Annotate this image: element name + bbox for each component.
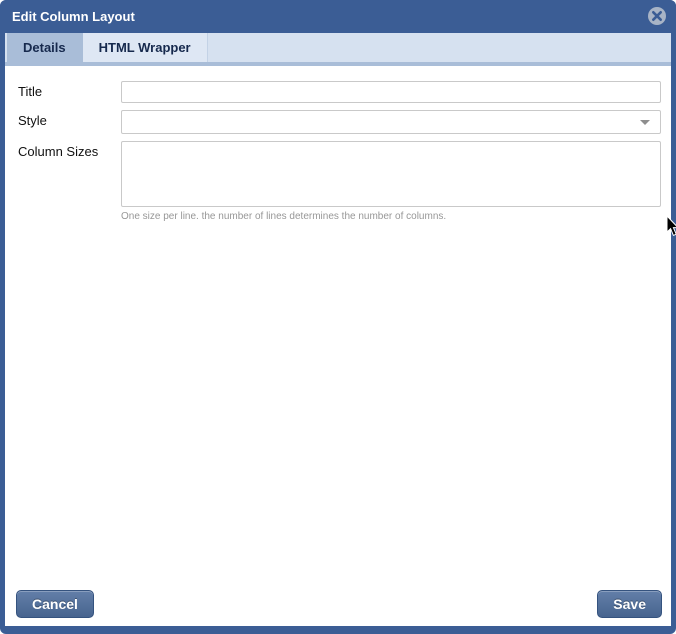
close-icon[interactable] <box>647 6 667 26</box>
style-select[interactable] <box>121 110 661 134</box>
dialog-title: Edit Column Layout <box>12 0 135 33</box>
column-sizes-help: One size per line. the number of lines d… <box>121 211 661 222</box>
cancel-button[interactable]: Cancel <box>16 590 94 618</box>
column-sizes-textarea[interactable] <box>121 141 661 207</box>
chevron-down-icon <box>640 120 650 125</box>
column-sizes-row: Column Sizes One size per line. the numb… <box>5 141 671 222</box>
title-input[interactable] <box>121 81 661 103</box>
edit-column-layout-dialog: Edit Column Layout Details HTML Wrapper … <box>0 0 676 634</box>
details-form: Title Style Column Sizes One <box>5 66 671 626</box>
title-label: Title <box>5 81 121 103</box>
save-button[interactable]: Save <box>597 590 662 618</box>
title-row: Title <box>5 81 671 103</box>
tab-html-wrapper[interactable]: HTML Wrapper <box>83 33 208 62</box>
tab-details[interactable]: Details <box>7 33 83 62</box>
style-label: Style <box>5 110 121 134</box>
dialog-titlebar: Edit Column Layout <box>0 0 676 33</box>
tab-bar: Details HTML Wrapper <box>5 33 671 66</box>
dialog-content: Details HTML Wrapper Title Style <box>5 33 671 626</box>
style-row: Style <box>5 110 671 134</box>
column-sizes-label: Column Sizes <box>5 141 121 222</box>
